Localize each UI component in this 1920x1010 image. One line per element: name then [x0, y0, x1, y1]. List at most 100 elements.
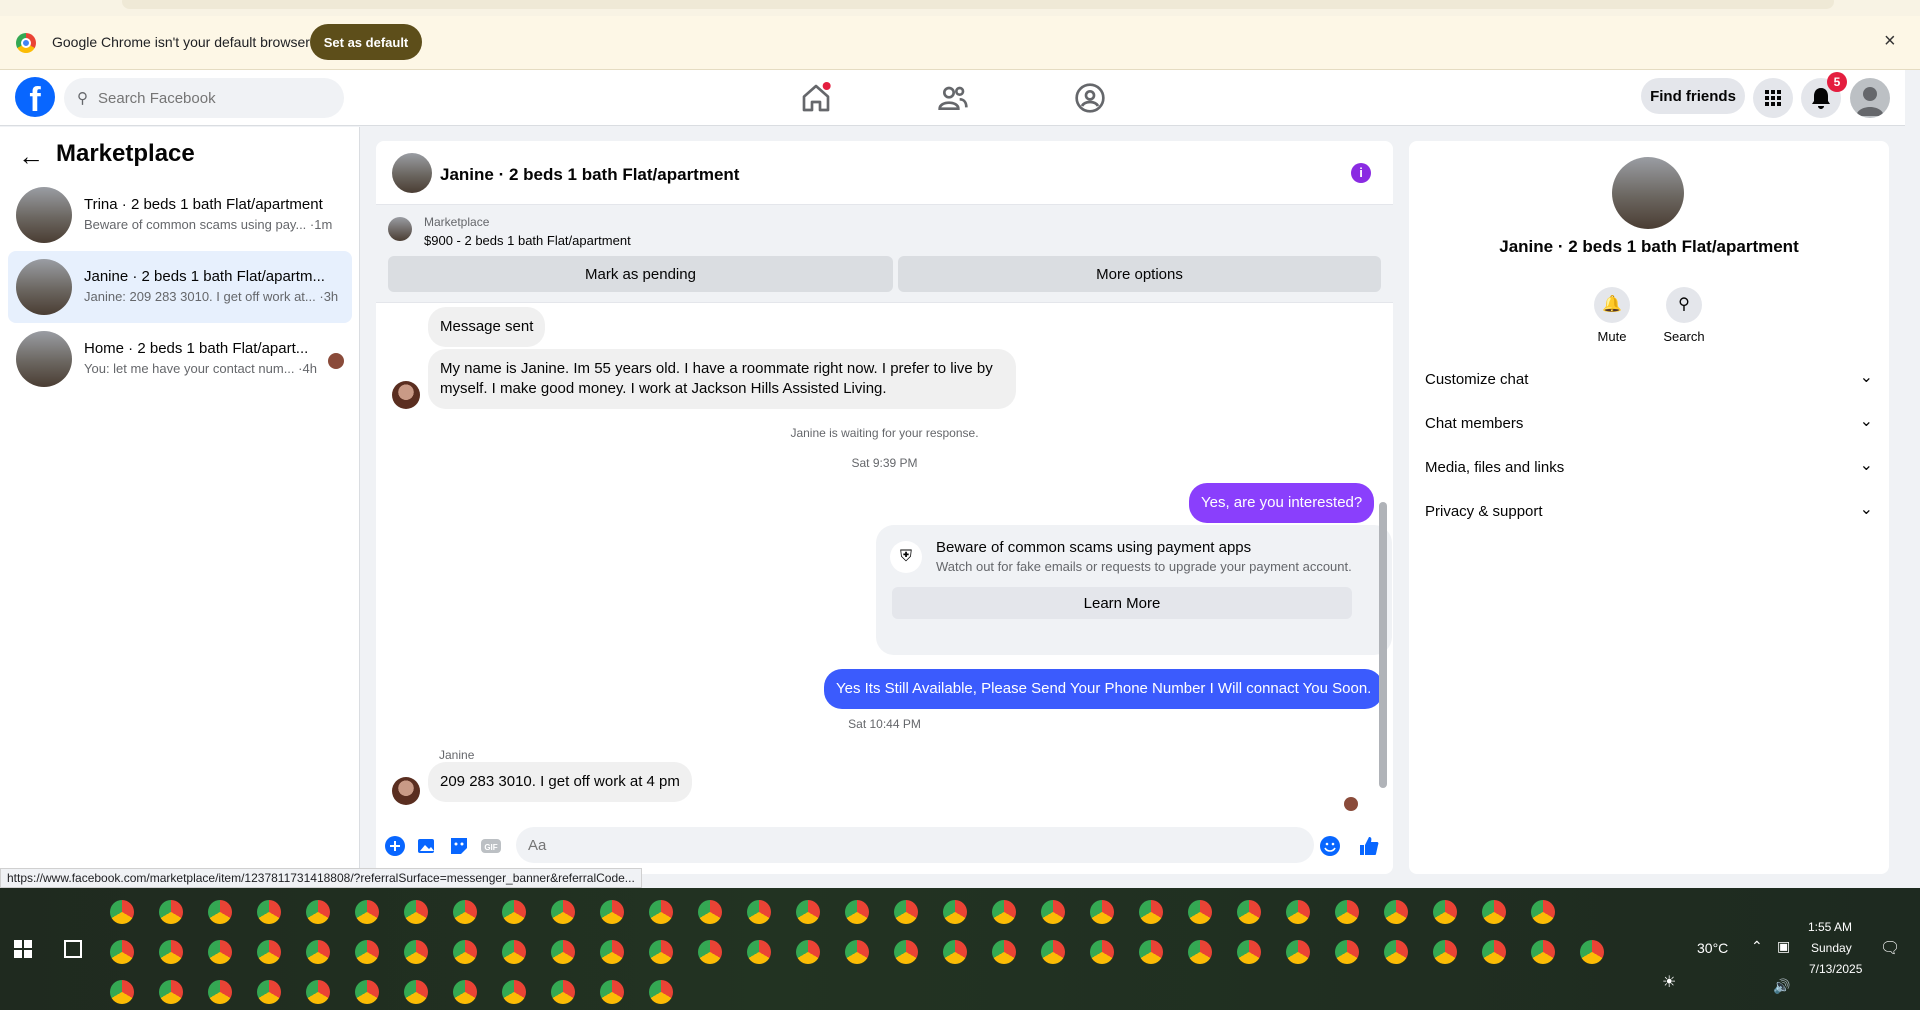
emoji-icon[interactable]: [1319, 835, 1341, 857]
taskbar-app-icon[interactable]: [208, 900, 232, 924]
search-action[interactable]: ⚲ Search: [1654, 287, 1714, 344]
taskbar-app-icon[interactable]: [502, 940, 526, 964]
taskbar-app-icon[interactable]: [698, 900, 722, 924]
thumbs-up-icon[interactable]: [1358, 835, 1380, 857]
windows-start-icon[interactable]: [14, 940, 32, 958]
taskbar-app-icon[interactable]: [992, 900, 1016, 924]
weather-icon[interactable]: ☀: [1662, 972, 1676, 992]
taskbar-app-icon[interactable]: [600, 980, 624, 1004]
home-icon[interactable]: [800, 82, 832, 114]
taskbar-app-icon[interactable]: [894, 940, 918, 964]
taskbar-app-icon[interactable]: [551, 900, 575, 924]
photo-icon[interactable]: [416, 835, 438, 857]
taskbar-app-icon[interactable]: [453, 900, 477, 924]
taskbar-app-icon[interactable]: [257, 900, 281, 924]
back-arrow-icon[interactable]: ←: [18, 141, 44, 172]
taskbar-app-icon[interactable]: [551, 980, 575, 1004]
taskbar-app-icon[interactable]: [1286, 940, 1310, 964]
taskbar-app-icon[interactable]: [1188, 940, 1212, 964]
conversation-item-active[interactable]: Janine · 2 beds 1 bath Flat/apartm... Ja…: [8, 251, 352, 323]
clock-time[interactable]: 1:55 AM: [1808, 920, 1852, 934]
taskbar-app-icon[interactable]: [649, 940, 673, 964]
taskbar-app-icon[interactable]: [355, 900, 379, 924]
profile-avatar[interactable]: [1850, 78, 1890, 118]
taskbar-app-icon[interactable]: [306, 940, 330, 964]
taskbar-app-icon[interactable]: [698, 940, 722, 964]
find-friends-button[interactable]: Find friends: [1641, 78, 1745, 114]
conversation-item[interactable]: Trina · 2 beds 1 bath Flat/apartment Bew…: [8, 179, 352, 251]
taskbar-app-icon[interactable]: [1433, 940, 1457, 964]
search-box[interactable]: ⚲: [64, 78, 344, 118]
taskbar-app-icon[interactable]: [355, 980, 379, 1004]
facebook-logo-icon[interactable]: f: [15, 77, 55, 117]
taskbar-app-icon[interactable]: [159, 940, 183, 964]
mark-as-pending-button[interactable]: Mark as pending: [388, 256, 893, 292]
taskbar-app-icon[interactable]: [1041, 940, 1065, 964]
taskbar-app-icon[interactable]: [1335, 940, 1359, 964]
volume-icon[interactable]: 🔊: [1773, 978, 1790, 995]
taskbar-app-icon[interactable]: [453, 940, 477, 964]
taskbar-app-icon[interactable]: [404, 900, 428, 924]
taskbar-app-icon[interactable]: [1335, 900, 1359, 924]
taskbar-app-icon[interactable]: [257, 980, 281, 1004]
taskbar-app-icon[interactable]: [1041, 900, 1065, 924]
conversation-item[interactable]: Home · 2 beds 1 bath Flat/apart... You: …: [8, 323, 352, 395]
scrollbar-thumb[interactable]: [1379, 502, 1387, 788]
taskbar-app-icon[interactable]: [1531, 900, 1555, 924]
search-input[interactable]: [98, 78, 334, 118]
taskbar-app-icon[interactable]: [1139, 940, 1163, 964]
taskbar-app-icon[interactable]: [306, 980, 330, 1004]
taskbar-app-icon[interactable]: [943, 900, 967, 924]
taskbar-app-icon[interactable]: [600, 900, 624, 924]
taskbar-app-icon[interactable]: [502, 900, 526, 924]
media-files-links-row[interactable]: Media, files and links ⌄: [1425, 449, 1873, 489]
add-plus-icon[interactable]: [384, 835, 406, 857]
info-icon[interactable]: i: [1351, 163, 1371, 183]
chat-members-row[interactable]: Chat members ⌄: [1425, 405, 1873, 445]
network-icon[interactable]: ▣: [1777, 938, 1790, 955]
groups-icon[interactable]: [1074, 82, 1106, 114]
taskbar-app-icon[interactable]: [110, 900, 134, 924]
taskbar-app-icon[interactable]: [845, 900, 869, 924]
taskbar-app-icon[interactable]: [992, 940, 1016, 964]
taskbar-app-icon[interactable]: [649, 980, 673, 1004]
taskbar-app-icon[interactable]: [453, 980, 477, 1004]
message-list[interactable]: Message sent My name is Janine. Im 55 ye…: [376, 303, 1393, 813]
taskbar-app-icon[interactable]: [159, 900, 183, 924]
taskbar-app-icon[interactable]: [355, 940, 379, 964]
taskbar-app-icon[interactable]: [208, 980, 232, 1004]
notification-center-icon[interactable]: 🗨: [1880, 938, 1900, 958]
taskbar-app-icon[interactable]: [502, 980, 526, 1004]
taskbar-app-icon[interactable]: [796, 940, 820, 964]
taskbar-app-icon[interactable]: [796, 900, 820, 924]
taskbar-app-icon[interactable]: [306, 900, 330, 924]
taskbar-app-icon[interactable]: [1237, 900, 1261, 924]
taskbar-app-icon[interactable]: [1531, 940, 1555, 964]
customize-chat-row[interactable]: Customize chat ⌄: [1425, 361, 1873, 401]
taskbar-app-icon[interactable]: [1580, 940, 1604, 964]
sticker-icon[interactable]: [448, 835, 470, 857]
taskbar-app-icon[interactable]: [404, 980, 428, 1004]
taskbar-app-icon[interactable]: [943, 940, 967, 964]
learn-more-button[interactable]: Learn More: [892, 587, 1352, 619]
chevron-up-icon[interactable]: ⌃: [1751, 938, 1763, 955]
privacy-support-row[interactable]: Privacy & support ⌄: [1425, 493, 1873, 533]
message-scrollbar[interactable]: [1379, 307, 1387, 807]
clock-day[interactable]: Sunday: [1811, 941, 1852, 955]
more-options-button[interactable]: More options: [898, 256, 1381, 292]
taskbar-app-icon[interactable]: [404, 940, 428, 964]
taskbar-app-icon[interactable]: [1090, 900, 1114, 924]
address-bar[interactable]: [122, 0, 1834, 9]
temperature-text[interactable]: 30°C: [1697, 940, 1728, 956]
taskbar-app-icon[interactable]: [1139, 900, 1163, 924]
set-as-default-button[interactable]: Set as default: [310, 24, 422, 60]
taskbar-app-icon[interactable]: [845, 940, 869, 964]
task-view-icon[interactable]: [64, 940, 82, 958]
listing-price-title[interactable]: $900 - 2 beds 1 bath Flat/apartment: [424, 233, 631, 248]
taskbar-app-icon[interactable]: [110, 980, 134, 1004]
gif-icon[interactable]: GIF: [480, 835, 502, 857]
taskbar-app-icon[interactable]: [747, 940, 771, 964]
taskbar-app-icon[interactable]: [649, 900, 673, 924]
taskbar-app-icon[interactable]: [1384, 900, 1408, 924]
taskbar-app-icon[interactable]: [1237, 940, 1261, 964]
